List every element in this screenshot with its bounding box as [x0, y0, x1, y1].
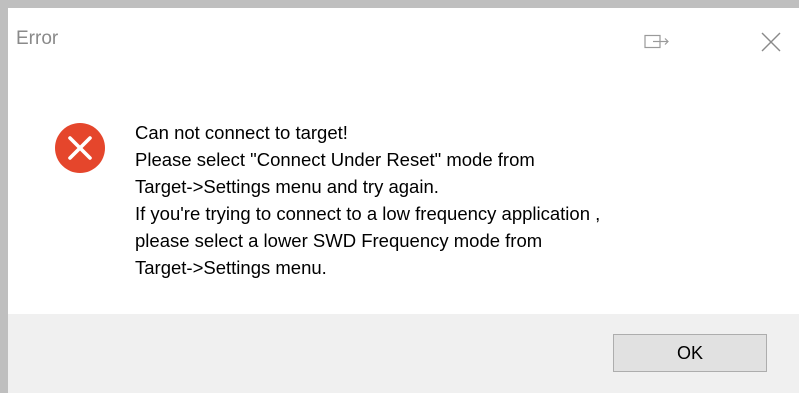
message-line: If you're trying to connect to a low fre…	[135, 203, 601, 224]
message-line: Please select "Connect Under Reset" mode…	[135, 149, 535, 170]
window-title: Error	[16, 28, 59, 49]
restore-window-icon[interactable]	[634, 26, 680, 58]
message-line: please select a lower SWD Frequency mode…	[135, 230, 543, 251]
dialog-content: Can not connect to target! Please select…	[8, 74, 799, 314]
error-message: Can not connect to target! Please select…	[135, 119, 600, 281]
button-bar: OK	[8, 314, 799, 393]
title-bar: Error	[8, 8, 799, 74]
close-button[interactable]	[748, 26, 794, 58]
ok-button[interactable]: OK	[613, 334, 767, 372]
message-line: Target->Settings menu.	[135, 257, 327, 278]
message-line: Can not connect to target!	[135, 122, 348, 143]
restore-window-icon-graphic	[644, 34, 669, 49]
error-icon	[55, 123, 105, 173]
message-line: Target->Settings menu and try again.	[135, 176, 439, 197]
error-dialog: Error Can not connect to target! Please …	[8, 8, 799, 393]
close-icon	[761, 32, 781, 52]
